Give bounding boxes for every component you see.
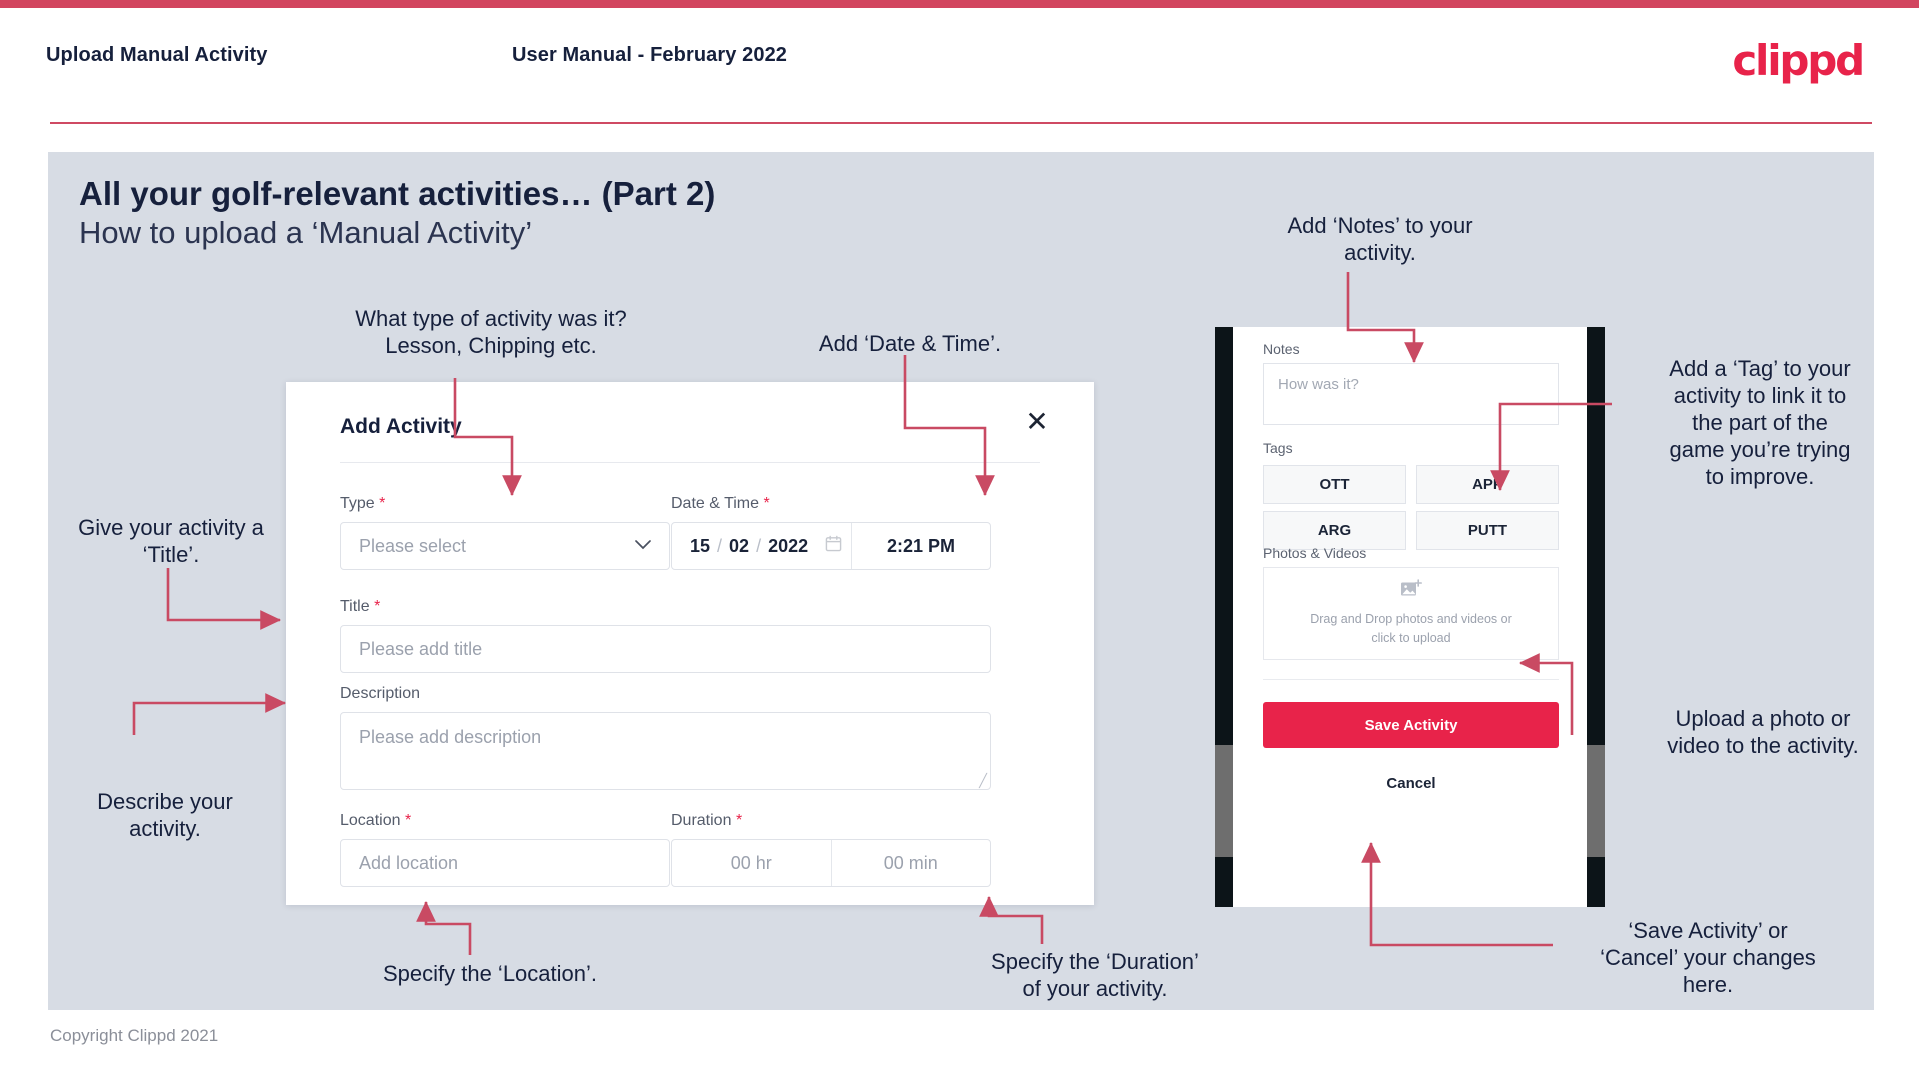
notes-textarea[interactable]: How was it? (1263, 363, 1559, 425)
type-placeholder: Please select (359, 535, 467, 556)
header-divider (50, 122, 1872, 124)
dropzone-line-1: Drag and Drop photos and videos or (1310, 612, 1512, 627)
title-label-text: Title (340, 598, 370, 615)
annotation-save: ‘Save Activity’ or ‘Cancel’ your changes… (1600, 918, 1816, 998)
location-input[interactable]: Add location (340, 839, 670, 887)
duration-field[interactable]: 00 hr 00 min (671, 839, 991, 887)
description-textarea[interactable]: Please add description ╱ (340, 712, 991, 790)
add-image-icon (1400, 579, 1422, 604)
dropzone-text: Drag and Drop photos and videos or click… (1310, 610, 1512, 648)
slide-heading: All your golf-relevant activities… (Part… (79, 175, 716, 212)
date-year: 2022 (768, 535, 809, 556)
datetime-required-mark: * (763, 495, 770, 512)
type-required-mark: * (379, 495, 386, 512)
datetime-label: Date & Time * (671, 495, 770, 513)
phone-frame-left-accent (1215, 745, 1233, 857)
page-title: Upload Manual Activity (46, 44, 268, 66)
description-label: Description (340, 685, 421, 702)
clippd-logo: clippd (1732, 36, 1865, 85)
notes-label: Notes (1263, 341, 1300, 357)
tag-ott[interactable]: OTT (1263, 465, 1406, 504)
chevron-down-icon (635, 537, 651, 555)
date-sep-2: / (756, 535, 762, 556)
date-sep-1: / (717, 535, 723, 556)
annotation-notes: Add ‘Notes’ to your activity. (1287, 213, 1473, 266)
datetime-field[interactable]: 15 / 02 / 2022 2:21 PM (671, 522, 991, 570)
date-input[interactable]: 15 / 02 / 2022 (672, 523, 852, 569)
location-label: Location * (340, 812, 411, 830)
tag-putt[interactable]: PUTT (1416, 511, 1559, 550)
phone-divider (1263, 679, 1559, 680)
duration-hours-input[interactable]: 00 hr (672, 840, 832, 886)
save-activity-button[interactable]: Save Activity (1263, 702, 1559, 748)
dialog-divider (340, 462, 1040, 463)
annotation-description: Describe your activity. (97, 789, 233, 842)
duration-label: Duration * (671, 812, 742, 830)
page-subtitle: User Manual - February 2022 (512, 44, 788, 66)
phone-frame-right-accent (1587, 745, 1605, 857)
photo-upload-dropzone[interactable]: Drag and Drop photos and videos or click… (1263, 567, 1559, 660)
title-required-mark: * (374, 598, 381, 615)
datetime-label-text: Date & Time (671, 495, 760, 512)
duration-minutes-input[interactable]: 00 min (832, 840, 991, 886)
tag-app[interactable]: APP (1416, 465, 1559, 504)
calendar-icon[interactable] (825, 535, 842, 557)
phone-mockup: Notes How was it? Tags OTT APP ARG PUTT … (1215, 327, 1605, 907)
duration-label-text: Duration (671, 812, 732, 829)
top-accent-bar (0, 0, 1919, 8)
title-placeholder: Please add title (359, 638, 483, 659)
copyright-footer: Copyright Clippd 2021 (50, 1026, 219, 1045)
tags-label: Tags (1263, 440, 1293, 456)
photos-videos-label: Photos & Videos (1263, 545, 1367, 561)
title-label: Title * (340, 598, 380, 616)
date-day: 15 (690, 535, 711, 556)
slide-subheading: How to upload a ‘Manual Activity’ (79, 215, 533, 250)
annotation-duration: Specify the ‘Duration’ of your activity. (991, 949, 1199, 1002)
cancel-button[interactable]: Cancel (1263, 767, 1559, 799)
description-placeholder: Please add description (359, 727, 542, 747)
date-month: 02 (729, 535, 750, 556)
location-label-text: Location (340, 812, 401, 829)
title-input[interactable]: Please add title (340, 625, 991, 673)
annotation-tags: Add a ‘Tag’ to your activity to link it … (1669, 356, 1851, 490)
type-select[interactable]: Please select (340, 522, 670, 570)
close-icon[interactable]: ✕ (1020, 405, 1054, 439)
annotation-title: Give your activity a ‘Title’. (78, 515, 264, 568)
annotation-location: Specify the ‘Location’. (382, 961, 598, 986)
annotation-photos: Upload a photo or video to the activity. (1667, 706, 1859, 759)
type-label-text: Type (340, 495, 375, 512)
annotation-type: What type of activity was it? Lesson, Ch… (355, 306, 627, 359)
type-label: Type * (340, 495, 385, 513)
resize-handle-icon[interactable]: ╱ (979, 774, 987, 787)
add-activity-dialog: Add Activity ✕ Type * Please select Date… (286, 382, 1094, 905)
annotation-datetime: Add ‘Date & Time’. (818, 331, 1002, 356)
dialog-title: Add Activity (340, 415, 462, 438)
phone-screen: Notes How was it? Tags OTT APP ARG PUTT … (1233, 327, 1587, 907)
duration-required-mark: * (735, 812, 743, 829)
time-input[interactable]: 2:21 PM (852, 523, 990, 569)
location-placeholder: Add location (359, 852, 459, 873)
notes-placeholder: How was it? (1278, 376, 1359, 393)
dropzone-line-2: click to upload (1371, 631, 1451, 645)
location-required-mark: * (404, 812, 412, 829)
